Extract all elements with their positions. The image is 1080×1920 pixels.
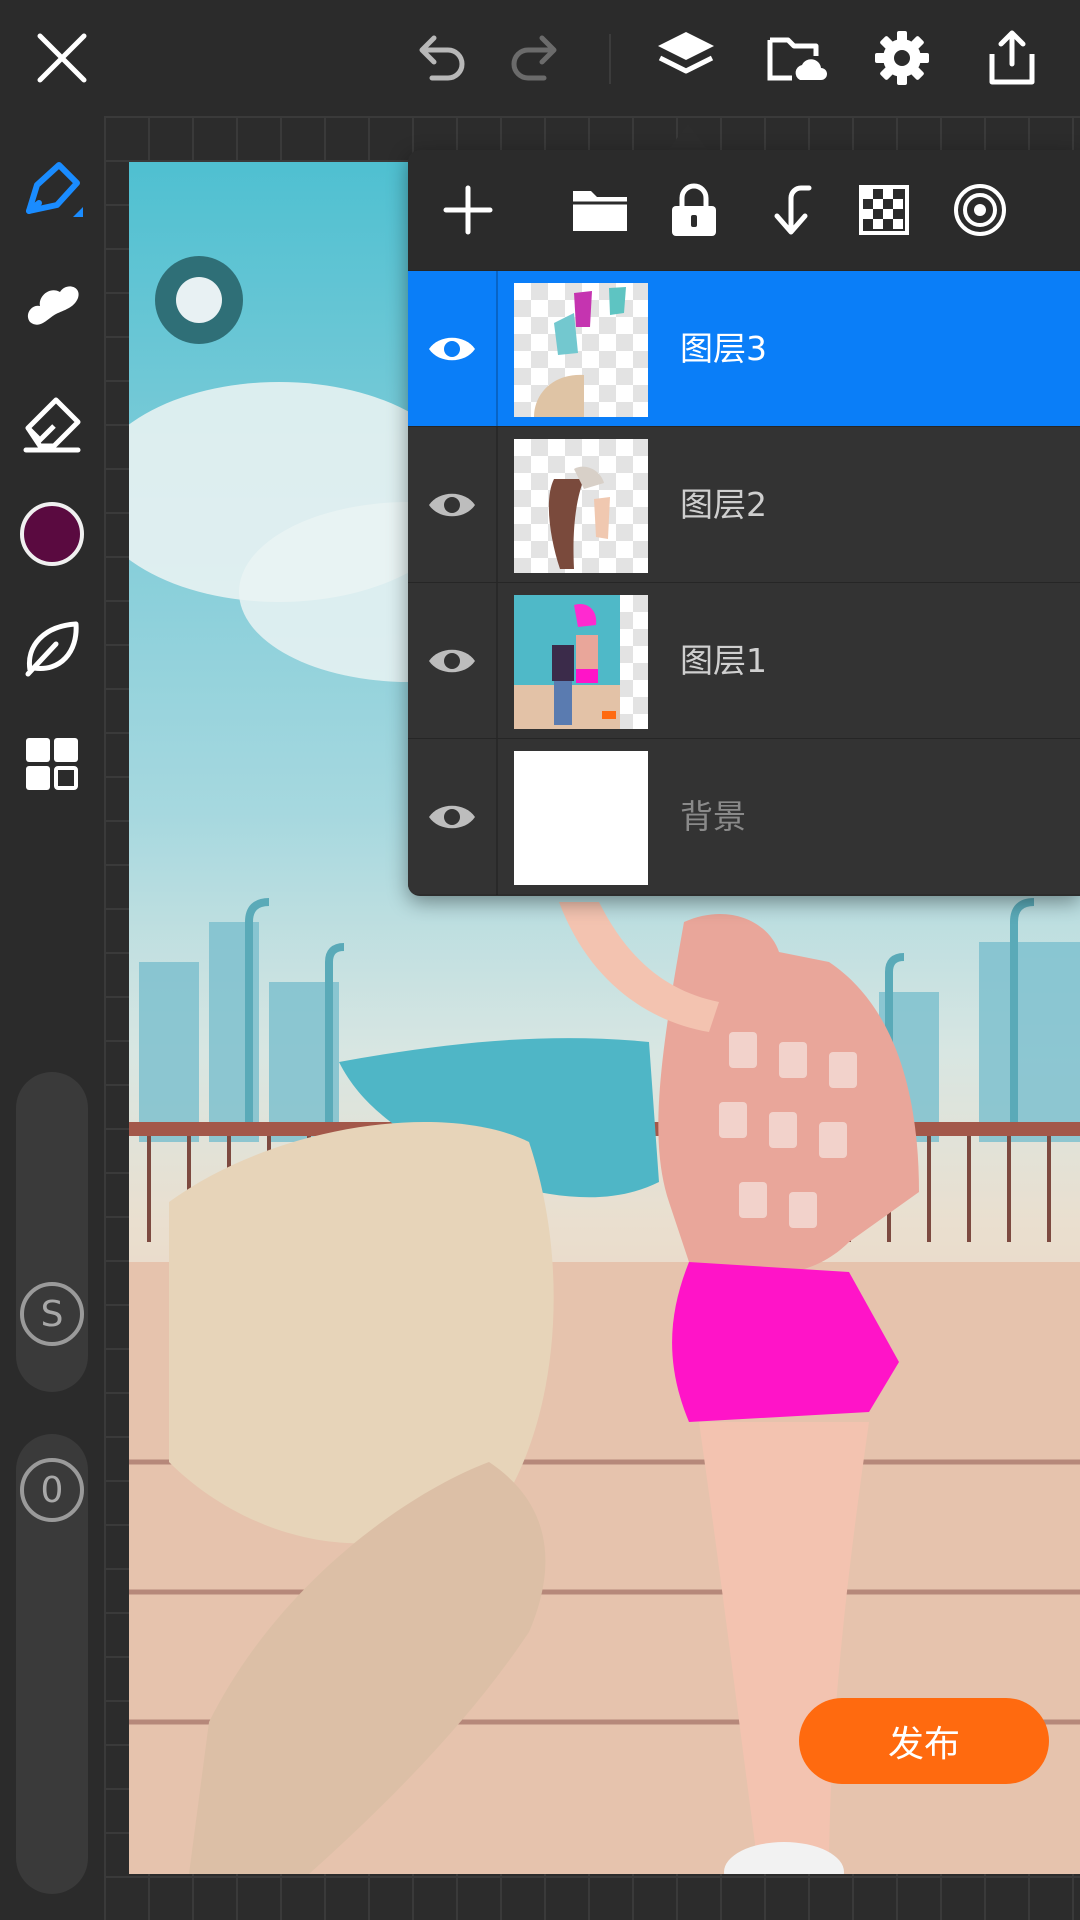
layer-name: 图层1: [680, 641, 767, 680]
panel-pointer: [668, 124, 708, 150]
undo-icon[interactable]: [404, 22, 476, 94]
pen-icon[interactable]: [14, 152, 90, 228]
eye-icon[interactable]: [408, 427, 498, 583]
layers-icon[interactable]: [650, 22, 722, 94]
layer-thumbnail: [514, 283, 648, 417]
layer-name: 图层3: [680, 329, 767, 368]
folder-icon[interactable]: [564, 174, 636, 246]
close-icon[interactable]: [26, 22, 98, 94]
layer-thumbnail: [514, 439, 648, 573]
layer-row-background[interactable]: 背景: [408, 738, 1080, 895]
gear-icon[interactable]: [866, 22, 938, 94]
layers-panel: 图层3 图层2 图层1 背景: [408, 150, 1080, 896]
layer-row-1[interactable]: 图层1: [408, 582, 1080, 739]
eye-icon[interactable]: [408, 583, 498, 739]
layer-row-3[interactable]: 图层3: [408, 270, 1080, 427]
eye-icon[interactable]: [408, 739, 498, 895]
layers-toolbar: [408, 150, 1080, 270]
opacity-slider-knob[interactable]: 0: [20, 1458, 84, 1522]
layer-thumbnail: [514, 595, 648, 729]
layer-row-2[interactable]: 图层2: [408, 426, 1080, 583]
toolbar-divider: [609, 34, 611, 84]
eraser-icon[interactable]: [14, 384, 90, 460]
drawing-app: S 0 图层3 图层2 图层1 背景 发布: [0, 0, 1080, 1920]
leaf-icon[interactable]: [14, 610, 90, 686]
top-bar: [0, 0, 1080, 116]
layer-name: 背景: [680, 797, 746, 836]
layer-thumbnail: [514, 751, 648, 885]
brush-cursor: [155, 256, 243, 344]
target-icon[interactable]: [944, 174, 1016, 246]
add-layer-icon[interactable]: [432, 174, 504, 246]
tool-sidebar: S 0: [0, 116, 104, 1920]
transparency-icon[interactable]: [848, 174, 920, 246]
smudge-icon[interactable]: [14, 264, 90, 340]
share-icon[interactable]: [976, 22, 1048, 94]
grid-icon[interactable]: [14, 726, 90, 802]
color-swatch[interactable]: [14, 496, 90, 572]
merge-down-icon[interactable]: [755, 174, 827, 246]
cloud-folder-icon[interactable]: [760, 22, 832, 94]
publish-button[interactable]: 发布: [799, 1698, 1049, 1784]
lock-icon[interactable]: [658, 174, 730, 246]
redo-icon[interactable]: [500, 22, 572, 94]
layer-name: 图层2: [680, 485, 767, 524]
eye-icon[interactable]: [408, 271, 498, 427]
size-slider-knob[interactable]: S: [20, 1282, 84, 1346]
